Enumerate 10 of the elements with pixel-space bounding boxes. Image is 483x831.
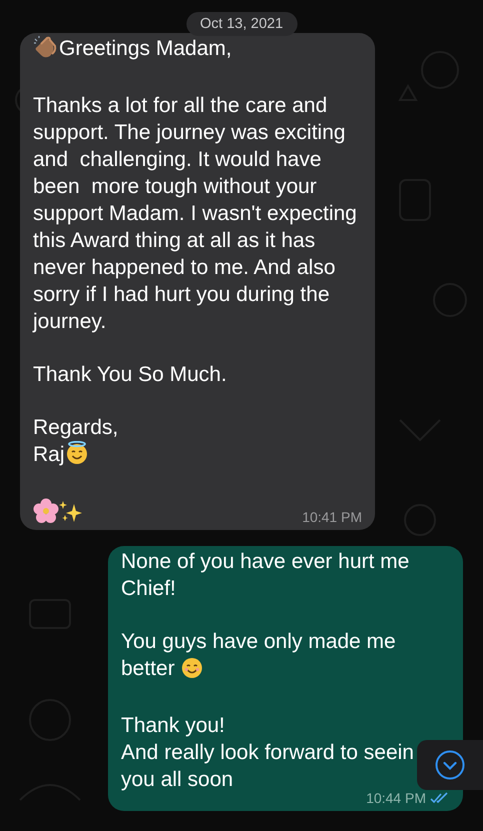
- message-text: Greetings Madam,: [33, 35, 362, 66]
- message-text: Thanks a lot for all the care and support. The journey was exciting and challenging. It would have been more tough without your support Madam. I wasn't expecting this Award thing at all as it has never happened to me. And also sorry if I had hurt you during the journey.: [33, 93, 358, 335]
- message-text: You guys have only made me better: [121, 629, 397, 682]
- message-time: 10:44 PM: [366, 790, 426, 806]
- message-text: Regards, Raj: [33, 415, 120, 468]
- message-time: 10:41 PM: [302, 509, 362, 525]
- message-text: Thank you! And really look forward to seein you all soon: [121, 713, 415, 793]
- message-text: Thank You So Much.: [33, 362, 228, 388]
- message-text: None of you have ever hurt me Chief!: [121, 549, 410, 602]
- date-divider: Oct 13, 2021: [186, 12, 298, 36]
